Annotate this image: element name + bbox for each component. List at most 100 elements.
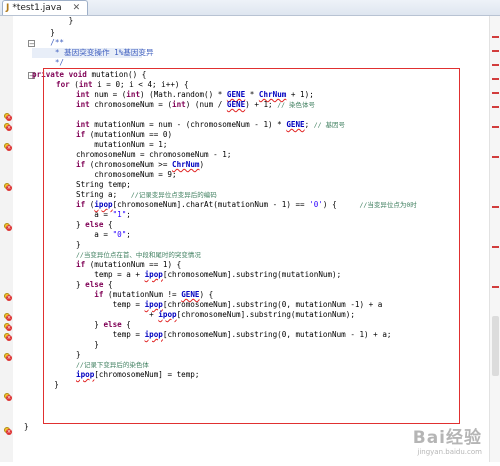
keyword: else <box>85 220 104 229</box>
code-comment: // 染色体号 <box>277 101 315 109</box>
field-ref: ipop <box>144 300 163 309</box>
error-overview-mark[interactable] <box>492 64 499 66</box>
code-text-span <box>76 290 94 299</box>
code-comment: //记录变异位点变异后的编码 <box>130 191 217 199</box>
field-ref: GENE <box>286 120 305 129</box>
code-line: } <box>36 380 59 389</box>
code-text-span: { <box>103 280 113 289</box>
keyword: if <box>76 260 86 269</box>
code-line: temp = ipop[chromosomeNum].substring(0, … <box>76 300 383 310</box>
error-overview-mark[interactable] <box>492 92 499 94</box>
error-overview-mark[interactable] <box>492 36 499 38</box>
code-line: chromosomeNum = chromosomeNum - 1; <box>76 150 232 159</box>
error-marker-icon[interactable]: × <box>3 222 12 231</box>
code-line: } else { <box>76 280 113 290</box>
code-text-span: ; <box>126 210 131 219</box>
error-overview-mark[interactable] <box>492 78 499 80</box>
code-text-span: ) + 1; <box>245 100 278 109</box>
keyword: int <box>76 100 90 109</box>
code-text[interactable]: } } /** * 基因突变操作 1%基因变异 */ private void … <box>24 16 487 462</box>
error-marker-icon[interactable]: × <box>3 122 12 131</box>
code-comment: //当变异位点在首、中段和尾时的突变情况 <box>76 251 201 259</box>
field-ref: ipop <box>158 310 177 319</box>
code-text-span: temp = <box>76 330 145 339</box>
code-text-span: } <box>76 320 104 329</box>
error-marker-icon[interactable]: × <box>3 182 12 191</box>
error-marker-icon[interactable]: × <box>3 292 12 301</box>
error-overview-mark[interactable] <box>492 50 499 52</box>
error-marker-icon[interactable]: × <box>3 112 12 121</box>
scrollbar-thumb[interactable] <box>492 316 499 376</box>
code-line: a = "0"; <box>76 230 131 240</box>
error-overview-mark[interactable] <box>492 206 499 208</box>
keyword: int <box>76 120 90 129</box>
keyword: if <box>76 160 86 169</box>
tab-title: *test1.java <box>12 3 62 13</box>
code-editor[interactable]: × × × × × × × × × × × × − − } } /** * 基因… <box>0 16 500 462</box>
error-marker-icon[interactable]: × <box>3 426 12 435</box>
code-text-span: (mutationNum == 1) { <box>85 260 182 269</box>
code-text-span: ( <box>85 200 95 209</box>
error-overview-mark[interactable] <box>492 126 499 128</box>
code-line: if (mutationNum == 0) <box>76 130 172 140</box>
code-text-span: [chromosomeNum].charAt(mutationNum - 1) … <box>112 200 310 209</box>
string-literal: "0" <box>112 230 127 239</box>
code-text-span: mutationNum = num - (chromosomeNum - 1) … <box>89 120 287 129</box>
error-marker-icon[interactable]: × <box>3 312 12 321</box>
error-overview-mark[interactable] <box>492 156 499 158</box>
watermark-main: Bai经验 <box>412 428 482 448</box>
vertical-ruler: × × × × × × × × × × × × <box>0 16 14 462</box>
code-line: } else { <box>76 220 113 230</box>
close-icon[interactable]: ✕ <box>73 3 81 13</box>
overview-ruler[interactable] <box>489 16 500 462</box>
error-marker-icon[interactable]: × <box>3 322 12 331</box>
code-text-span: (mutationNum != <box>103 290 182 299</box>
code-text-span: ) { <box>199 290 214 299</box>
code-line: if (mutationNum != GENE) { <box>76 290 213 300</box>
code-text-span: mutation() { <box>86 70 147 79</box>
keyword: int <box>172 100 186 109</box>
error-marker-icon[interactable]: × <box>3 142 12 151</box>
code-line: } <box>76 350 81 359</box>
keyword: for <box>56 80 70 89</box>
error-marker-icon[interactable]: × <box>3 352 12 361</box>
java-file-icon: J <box>6 3 10 13</box>
code-text-span: (mutationNum == 0) <box>85 130 173 139</box>
watermark: Bai经验 jingyan.baidu.com <box>413 423 482 456</box>
field-ref: ChrNum <box>258 90 287 99</box>
code-line: ipop[chromosomeNum] = temp; <box>76 370 199 380</box>
code-line: if (ipop[chromosomeNum].charAt(mutationN… <box>76 200 417 210</box>
error-marker-icon[interactable]: × <box>3 392 12 401</box>
error-marker-icon[interactable]: × <box>3 332 12 341</box>
error-overview-mark[interactable] <box>492 246 499 248</box>
code-text-span: } <box>76 220 86 229</box>
keyword: int <box>76 90 90 99</box>
code-text-span: (chromosomeNum >= <box>85 160 173 169</box>
code-text-span: ) (num / <box>185 100 227 109</box>
keyword: if <box>76 200 86 209</box>
code-text-span: ; <box>304 120 314 129</box>
code-text-span: temp = <box>76 300 145 309</box>
code-text-span: ( <box>69 80 79 89</box>
code-line: + ipop[chromosomeNum].substring(mutation… <box>76 310 355 320</box>
code-comment: //当变异位点为0时 <box>359 201 417 209</box>
code-text-span: ) (Math.random() * <box>140 90 227 99</box>
keyword: int <box>126 90 141 99</box>
code-text-span: [chromosomeNum] = temp; <box>94 370 200 379</box>
keyword: int <box>78 80 93 89</box>
code-line: mutationNum = 1; <box>76 140 168 149</box>
editor-tab-bar: J *test1.java ✕ <box>0 0 500 16</box>
code-line: int mutationNum = num - (chromosomeNum -… <box>76 120 345 130</box>
field-ref: ipop <box>144 330 163 339</box>
code-line: temp = a + ipop[chromosomeNum].substring… <box>76 270 341 280</box>
keyword: private void <box>32 70 87 79</box>
code-text-span: i = 0; i < 4; i++) { <box>92 80 189 89</box>
tab-test1-java[interactable]: J *test1.java ✕ <box>2 0 88 15</box>
code-line: for (int i = 0; i < 4; i++) { <box>56 80 189 90</box>
error-overview-mark[interactable] <box>492 286 499 288</box>
code-line: /** <box>32 38 65 47</box>
string-literal: "1" <box>112 210 127 219</box>
code-comment: // 基因号 <box>313 121 346 129</box>
code-line: private void mutation() { <box>32 70 146 80</box>
error-overview-mark[interactable] <box>492 106 499 108</box>
